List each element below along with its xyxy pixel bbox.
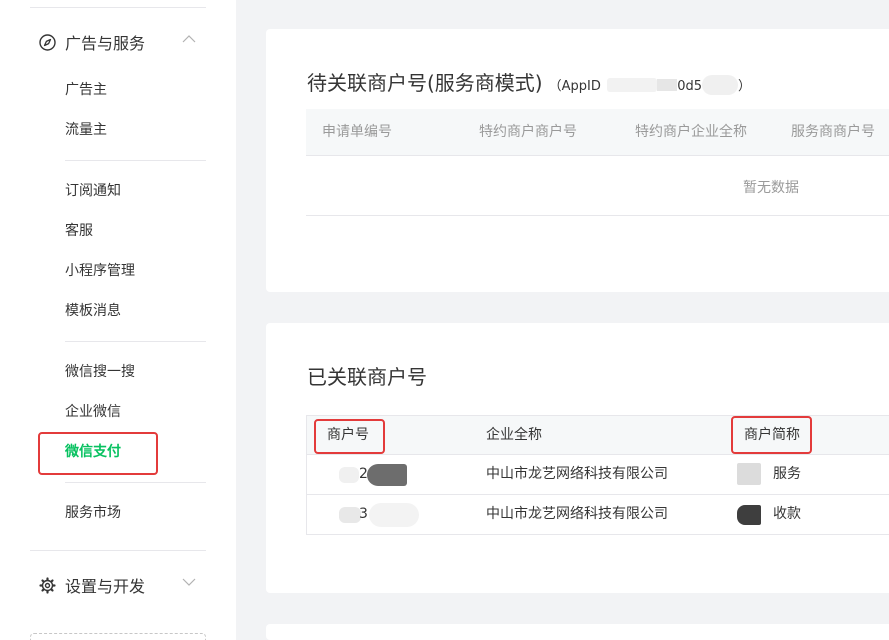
card-title: 已关联商户号 <box>307 365 427 389</box>
sidebar-item-service-market[interactable]: 服务市场 <box>65 503 121 523</box>
sidebar-group-ads-services[interactable]: 广告与服务 <box>38 30 145 54</box>
sidebar-item-advertiser[interactable]: 广告主 <box>65 80 107 100</box>
table-row: 2 中山市龙艺网络科技有限公司 服务 <box>306 455 889 495</box>
redacted-mask <box>737 505 761 525</box>
column-header: 特约商户企业全称 <box>635 124 747 140</box>
sidebar-item-subscribe-notice[interactable]: 订阅通知 <box>65 181 121 201</box>
merchant-id-cell: 3 <box>359 506 368 522</box>
pending-title-text: 待关联商户号(服务商模式) <box>307 71 543 95</box>
sidebar-group-settings-dev[interactable]: 设置与开发 <box>38 573 145 597</box>
sidebar-dashed-box <box>30 633 206 640</box>
sidebar-item-template-message[interactable]: 模板消息 <box>65 301 121 321</box>
highlight-box <box>731 416 812 454</box>
appid-visible: 0d5 <box>677 79 703 94</box>
gear-icon <box>38 576 56 594</box>
chevron-down-icon[interactable] <box>181 574 197 590</box>
sidebar-group-label: 广告与服务 <box>65 34 146 53</box>
table-row: 3 中山市龙艺网络科技有限公司 收款 <box>306 495 889 535</box>
sidebar-divider <box>65 160 206 161</box>
highlight-box <box>314 419 385 454</box>
card-title: 待关联商户号(服务商模式) （AppID 0d5 ） <box>307 67 751 96</box>
sidebar-divider <box>30 550 206 551</box>
redacted-mask <box>369 503 419 527</box>
empty-text: 暂无数据 <box>743 180 799 196</box>
linked-merchant-card: 已关联商户号 商户号 企业全称 商户简称 2 中山市龙艺网络科技有限公司 服务 … <box>266 323 889 593</box>
column-header: 申请单编号 <box>322 124 392 140</box>
sidebar-item-miniprogram-manage[interactable]: 小程序管理 <box>65 261 135 281</box>
sidebar-divider <box>30 7 206 8</box>
pending-table-header: 申请单编号 特约商户商户号 特约商户企业全称 服务商商户号 <box>306 109 889 156</box>
chevron-up-icon[interactable] <box>181 31 197 47</box>
redacted-mask <box>657 78 678 91</box>
short-name-cell: 收款 <box>773 506 801 522</box>
sidebar-item-traffic-owner[interactable]: 流量主 <box>65 120 107 140</box>
redacted-mask <box>339 467 359 483</box>
sidebar-item-wecom[interactable]: 企业微信 <box>65 402 121 422</box>
sidebar-divider <box>65 482 206 483</box>
sidebar: 广告与服务 广告主 流量主 订阅通知 客服 小程序管理 模板消息 微信搜一搜 企… <box>0 0 236 640</box>
next-card <box>266 624 889 640</box>
redacted-mask <box>339 507 361 523</box>
pending-merchant-card: 待关联商户号(服务商模式) （AppID 0d5 ） 申请单编号 特约商户商户号 特… <box>266 29 889 292</box>
sidebar-item-customer-service[interactable]: 客服 <box>65 221 93 241</box>
redacted-mask <box>737 463 761 485</box>
redacted-mask <box>367 464 407 486</box>
sidebar-group-label: 设置与开发 <box>65 577 146 596</box>
redacted-mask <box>607 77 658 92</box>
appid-prefix: （AppID <box>548 79 601 94</box>
appid-suffix: ） <box>738 79 752 94</box>
column-header: 服务商商户号 <box>791 124 875 140</box>
column-header: 特约商户商户号 <box>479 124 577 140</box>
column-header: 企业全称 <box>486 427 542 443</box>
redacted-mask <box>702 74 739 95</box>
sidebar-item-wechat-search[interactable]: 微信搜一搜 <box>65 362 135 382</box>
compass-icon <box>38 33 56 51</box>
company-name-cell: 中山市龙艺网络科技有限公司 <box>486 506 668 522</box>
highlight-box <box>38 432 158 475</box>
company-name-cell: 中山市龙艺网络科技有限公司 <box>486 466 668 482</box>
short-name-cell: 服务 <box>773 466 801 482</box>
empty-row: 暂无数据 <box>306 156 889 216</box>
sidebar-divider <box>65 341 206 342</box>
